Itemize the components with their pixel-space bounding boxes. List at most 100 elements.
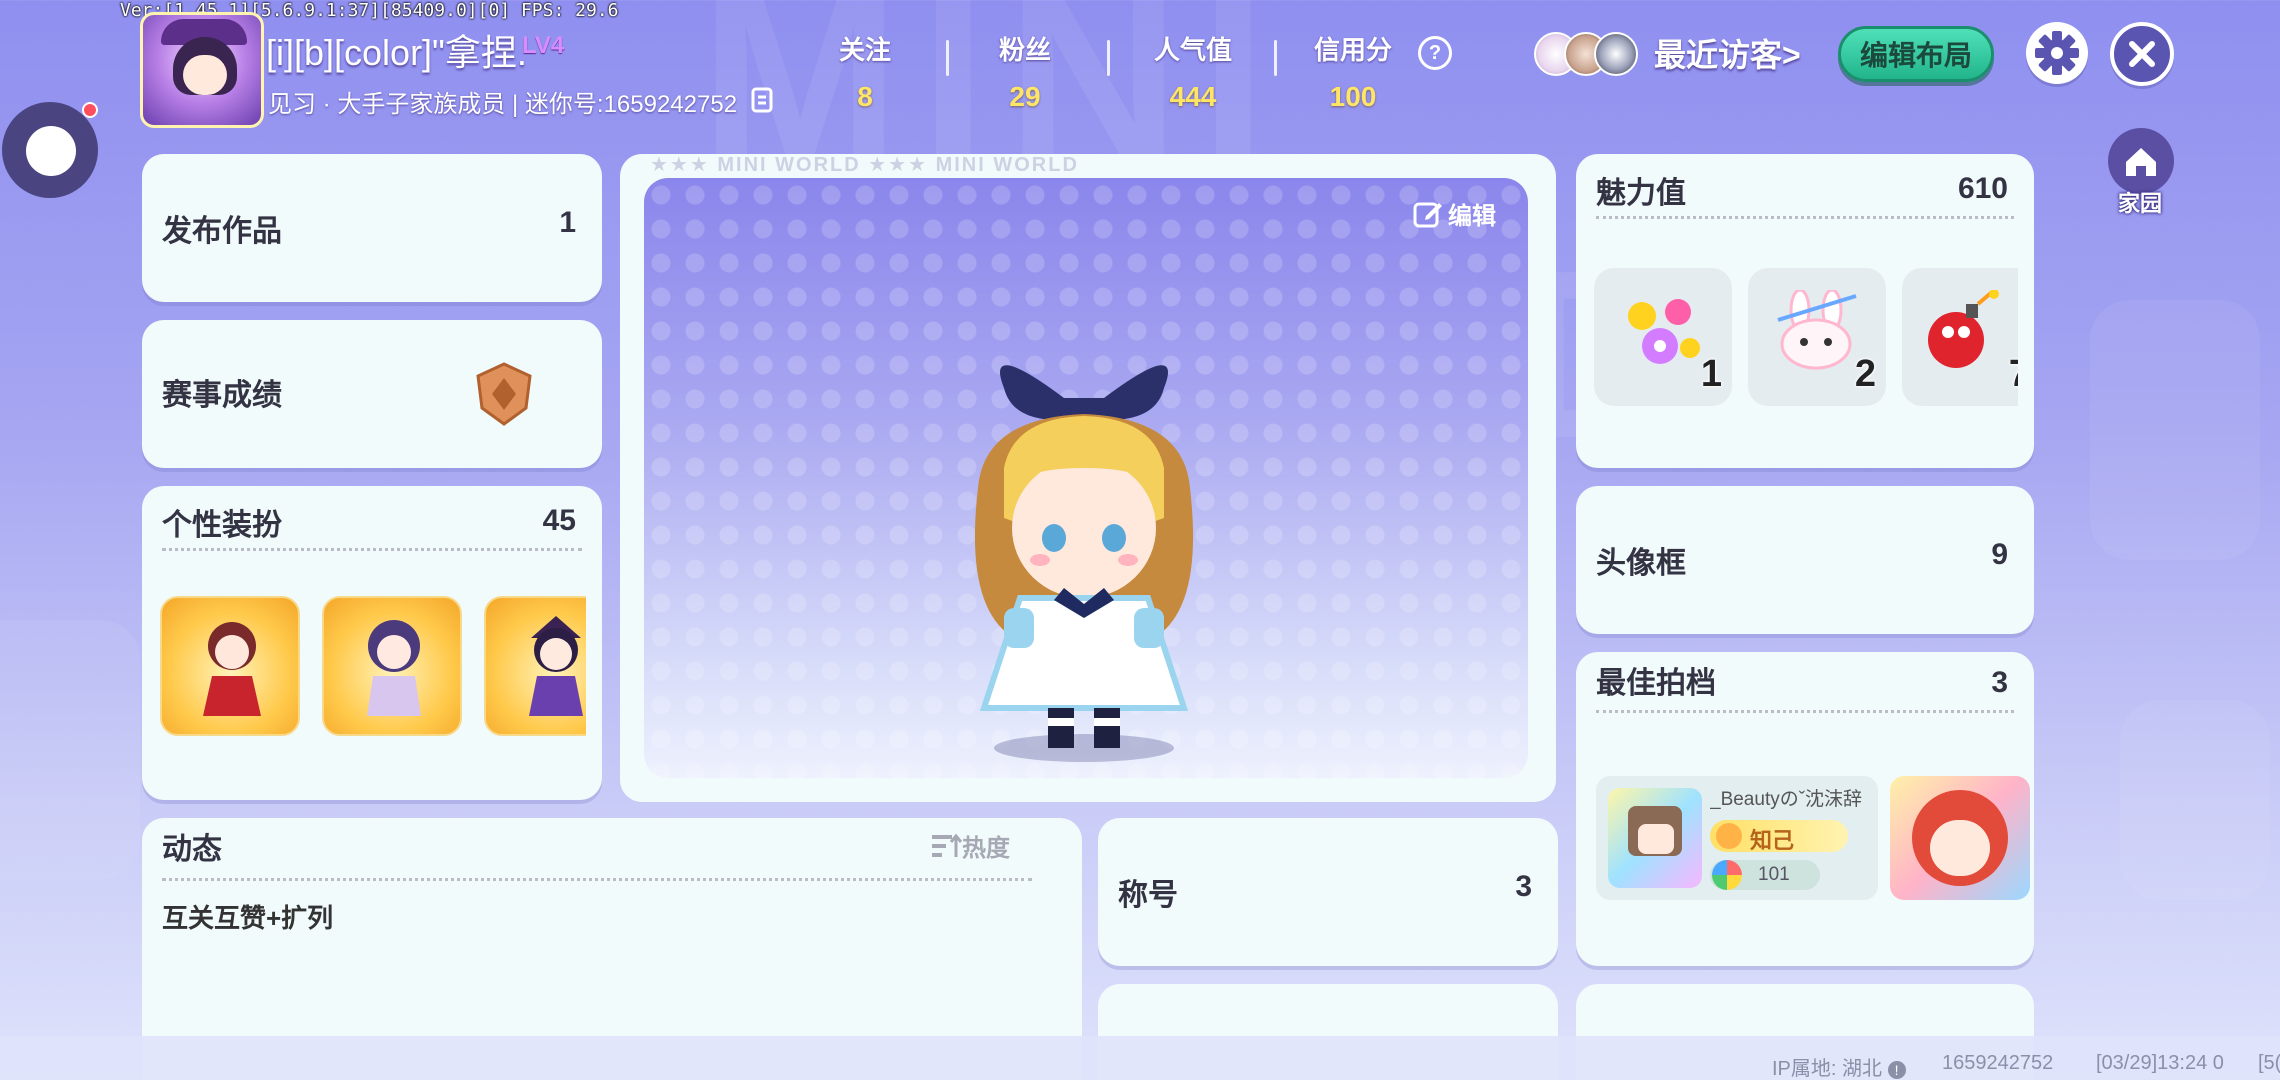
settings-button[interactable] <box>2026 22 2088 84</box>
edit-avatar-button[interactable]: 编辑 <box>1412 196 1496 237</box>
stat-label: 信用分 <box>1313 35 1392 65</box>
matches-title: 赛事成绩 <box>162 379 282 412</box>
works-card[interactable]: 发布作品 1 <box>142 154 602 302</box>
outfit-character-icon <box>529 616 583 716</box>
divider <box>1596 216 2014 219</box>
outfit-item[interactable] <box>160 596 300 736</box>
nickname-count: 3 <box>1515 870 1532 903</box>
visitor-avatar <box>1594 32 1638 76</box>
partner-item[interactable] <box>1890 776 2030 900</box>
footer-bar <box>0 1036 2280 1080</box>
stat-label: 人气值 <box>1153 35 1232 65</box>
stat-value: 8 <box>857 81 873 112</box>
footer-extra: [5( <box>2258 1052 2280 1074</box>
avatar-frame-card[interactable]: 头像框 9 <box>1576 486 2034 634</box>
dynamic-post-text[interactable]: 互关互赞+扩列 <box>162 898 333 935</box>
avatar-frame-title: 头像框 <box>1596 547 1686 580</box>
avatar-model <box>974 365 1194 762</box>
username: [i][b][color]"拿捏. <box>266 32 527 73</box>
outfits-title: 个性装扮 <box>162 509 282 542</box>
outfit-item[interactable] <box>322 596 462 736</box>
sort-by-heat-button[interactable]: 热度 <box>932 828 1010 866</box>
close-button[interactable] <box>2110 22 2174 86</box>
outfit-character-icon <box>367 620 421 716</box>
gift-list: 1 2 7 <box>1594 268 2018 408</box>
works-count: 1 <box>559 206 576 239</box>
nickname-card[interactable]: 称号 3 <box>1098 818 1558 966</box>
help-icon[interactable]: ? <box>1418 36 1452 70</box>
recent-visitors-link[interactable]: 最近访客> <box>1654 30 1801 76</box>
gift-quantity: 7 <box>2009 353 2018 396</box>
matches-card[interactable]: 赛事成绩 <box>142 320 602 468</box>
gift-item[interactable]: 7 <box>1902 268 2018 406</box>
partner-list: _Beautyのˇ沈沫辞 知己 101 <box>1596 776 2034 902</box>
background-decoration <box>2120 700 2270 900</box>
stat-value: 29 <box>1009 81 1041 112</box>
charm-count: 610 <box>1957 172 2008 205</box>
stat-divider <box>1107 40 1110 76</box>
bunny-bag-icon <box>1777 290 1857 370</box>
partner-item[interactable]: _Beautyのˇ沈沫辞 知己 101 <box>1596 776 1878 900</box>
stat-following[interactable]: 关注 8 <box>795 30 935 113</box>
stat-popularity[interactable]: 人气值 444 <box>1123 30 1263 113</box>
outfit-list <box>160 596 586 746</box>
footer-timestamp: [03/29]13:24 0 <box>2096 1052 2224 1074</box>
stat-divider <box>946 40 949 76</box>
recent-visitor-avatars[interactable] <box>1534 32 1642 76</box>
charm-card[interactable]: 魅力值 610 1 2 7 <box>1576 154 2034 468</box>
works-title: 发布作品 <box>162 215 282 248</box>
outfits-card[interactable]: 个性装扮 45 <box>142 486 602 800</box>
stat-label: 关注 <box>838 35 891 65</box>
dynamics-title: 动态 <box>162 833 222 866</box>
sort-icon <box>932 833 963 866</box>
edit-avatar-label: 编辑 <box>1448 203 1496 230</box>
copy-id-icon[interactable] <box>750 86 776 114</box>
partner-name: _Beautyのˇ沈沫辞 <box>1710 789 1863 810</box>
bomb-icon <box>1928 290 1999 368</box>
intimacy-score: 101 <box>1758 864 1790 885</box>
outfits-count: 45 <box>542 504 576 537</box>
info-icon: ! <box>1887 1060 1906 1079</box>
profile-avatar[interactable] <box>140 12 264 128</box>
divider <box>162 548 582 551</box>
floating-assistant-button[interactable] <box>2 102 98 198</box>
best-partner-card[interactable]: 最佳拍档 3 _Beautyのˇ沈沫辞 知己 101 <box>1576 652 2034 966</box>
stat-credit[interactable]: 信用分 100 <box>1283 30 1423 113</box>
stat-value: 100 <box>1329 81 1377 112</box>
stat-fans[interactable]: 粉丝 29 <box>955 30 1095 113</box>
relation-label: 知己 <box>1750 828 1795 853</box>
bronze-medal-icon <box>472 360 536 433</box>
divider <box>1596 710 2014 713</box>
nickname-title: 称号 <box>1118 879 1178 912</box>
ip-location: IP属地: 湖北 ! <box>1772 1052 1906 1080</box>
partner-avatar <box>1608 788 1702 888</box>
best-partner-count: 3 <box>1991 666 2008 699</box>
divider <box>162 878 1032 881</box>
relation-badge: 知己 <box>1710 820 1848 853</box>
charm-title: 魅力值 <box>1596 177 1686 210</box>
flowers-icon <box>1628 299 1700 364</box>
assistant-bubble-icon <box>26 126 76 176</box>
edit-layout-button[interactable]: 编辑布局 <box>1838 26 1994 82</box>
outfit-item[interactable] <box>484 596 586 736</box>
gift-item[interactable]: 2 <box>1748 268 1886 406</box>
home-button[interactable]: 家园 <box>2104 128 2176 220</box>
avatar-frame-count: 9 <box>1991 538 2008 571</box>
best-partner-title: 最佳拍档 <box>1596 667 1716 700</box>
home-label: 家园 <box>2117 191 2162 216</box>
sort-label: 热度 <box>962 835 1010 862</box>
profile-subtitle: 见习 · 大手子家族成员 | 迷你号:1659242752 <box>268 91 738 118</box>
house-icon <box>2108 128 2174 194</box>
outfit-character-icon <box>203 622 261 716</box>
gear-icon <box>2026 31 2088 87</box>
stat-label: 粉丝 <box>998 35 1051 65</box>
background-decoration <box>2090 300 2260 560</box>
avatar-showcase[interactable] <box>644 178 1528 778</box>
gift-quantity: 2 <box>1854 353 1876 395</box>
showcase-watermark: ★★★ MINI WORLD ★★★ MINI WORLD <box>650 154 1079 176</box>
gift-quantity: 1 <box>1700 353 1722 395</box>
stat-value: 444 <box>1169 81 1217 112</box>
edit-icon <box>1412 198 1444 237</box>
background-decoration <box>0 620 140 880</box>
gift-item[interactable]: 1 <box>1594 268 1732 406</box>
